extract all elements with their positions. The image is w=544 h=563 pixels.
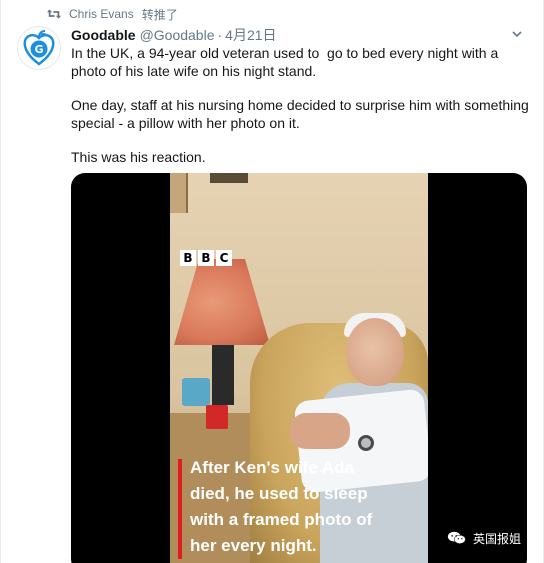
display-name[interactable]: Goodable <box>71 27 136 43</box>
bbc-letter: C <box>216 250 232 266</box>
tweet-paragraph: One day, staff at his nursing home decid… <box>71 97 533 131</box>
tweet-text: In the UK, a 94-year old veteran used to… <box>71 44 531 182</box>
tweet-date[interactable]: 4月21日 <box>225 25 276 45</box>
user-handle[interactable]: @Goodable <box>140 27 215 43</box>
retweeter-name[interactable]: Chris Evans <box>69 7 134 21</box>
scene-watch <box>358 435 374 451</box>
caption-line: After Ken's wife Ada <box>190 458 354 477</box>
wechat-icon <box>447 531 466 544</box>
tweet-paragraph: In the UK, a 94-year old veteran used to… <box>71 45 503 79</box>
video-caption: After Ken's wife Ada died, he used to sl… <box>190 455 428 559</box>
goodable-logo-icon: G <box>23 30 55 66</box>
caption-line: died, he used to sleep <box>190 484 368 503</box>
retweet-context: Chris Evans 转推了 <box>47 6 178 22</box>
retweet-label: 转推了 <box>141 7 178 22</box>
bbc-letter: B <box>180 250 196 266</box>
watermark: 英国报姐 <box>447 528 521 548</box>
tweet-card[interactable]: Chris Evans 转推了 G Goodable @Goodable · 4… <box>0 0 544 563</box>
caption-line: with a framed photo of <box>190 510 373 529</box>
tweet-header: Goodable @Goodable · 4月21日 <box>71 26 529 44</box>
chevron-down-icon[interactable] <box>511 28 523 40</box>
caption-accent-bar <box>178 459 182 559</box>
scene-blue-cup <box>182 378 210 406</box>
bbc-logo: B B C <box>180 250 232 266</box>
tweet-paragraph: This was his reaction. <box>71 149 206 165</box>
watermark-text: 英国报姐 <box>473 531 522 546</box>
scene-man-head <box>346 318 404 386</box>
bbc-letter: B <box>198 250 214 266</box>
separator-dot: · <box>217 27 223 43</box>
scene-lamp-base <box>212 345 234 405</box>
scene-picture-frame <box>210 173 248 183</box>
video-frame[interactable]: B B C After Ken's wife Ada died, he used… <box>170 173 428 563</box>
avatar[interactable]: G <box>17 26 61 70</box>
scene-man-hand <box>290 413 350 449</box>
caption-line: her every night. <box>190 536 317 555</box>
avatar-letter: G <box>34 43 43 56</box>
video-player[interactable]: B B C After Ken's wife Ada died, he used… <box>71 173 527 563</box>
retweet-icon <box>47 9 61 19</box>
scene-door <box>170 173 188 213</box>
scene-red-cup <box>206 405 228 429</box>
